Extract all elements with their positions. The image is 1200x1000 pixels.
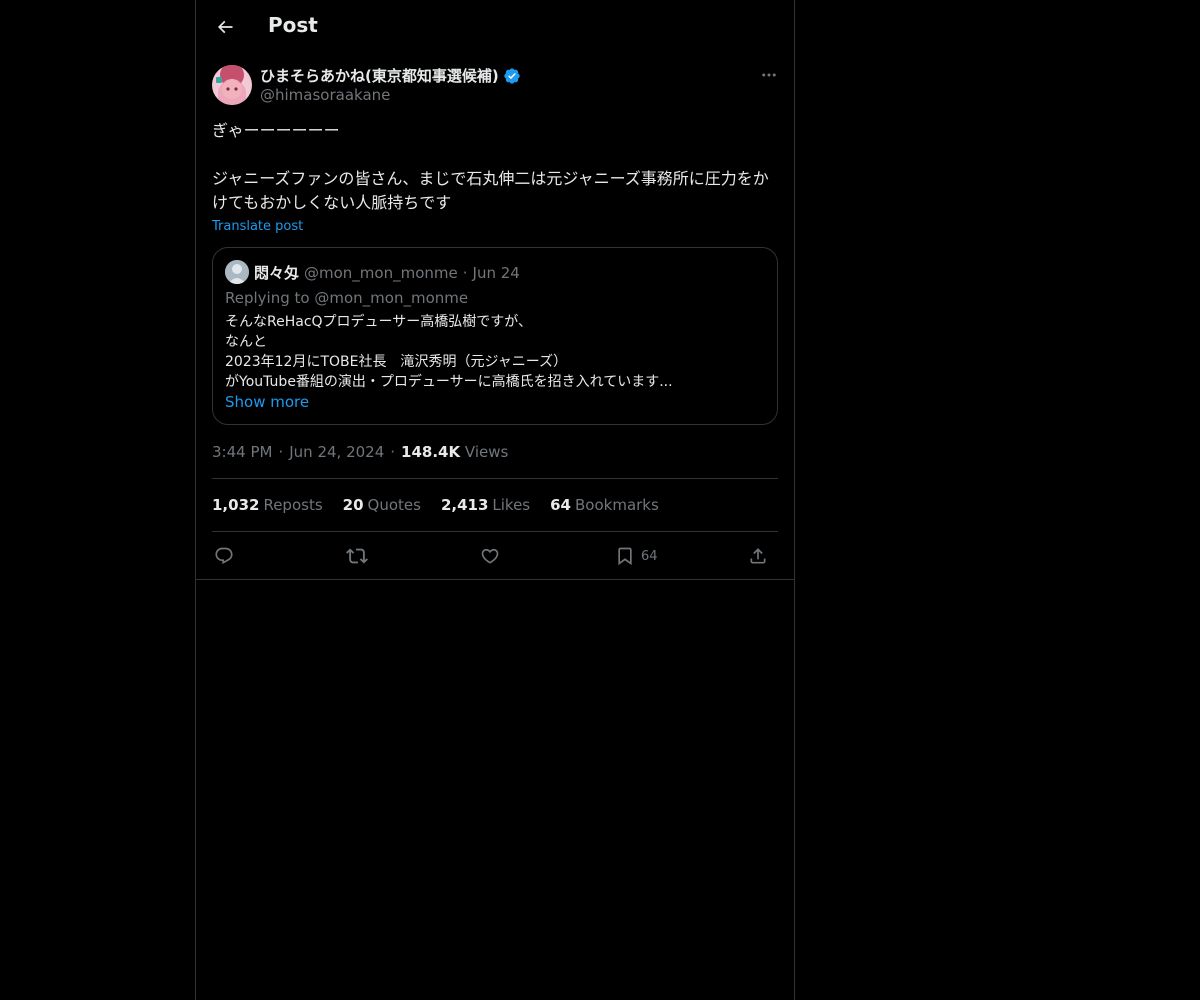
author-display-name[interactable]: ひまそらあかね(東京都知事選候補) (260, 65, 521, 86)
views-count: 148.4K (401, 443, 461, 461)
stat-bookmarks[interactable]: 64 Bookmarks (550, 496, 659, 514)
reply-icon (214, 546, 234, 566)
quoted-text: そんなReHacQプロデューサー高橋弘樹ですが、 なんと 2023年12月にTO… (225, 314, 673, 390)
quoted-replying-to: Replying to @mon_mon_monme (225, 289, 468, 307)
meta-separator: · (278, 443, 284, 461)
meta-separator: · (390, 443, 396, 461)
quoted-handle: @mon_mon_monme (304, 263, 458, 282)
stat-reposts[interactable]: 1,032 Reposts (212, 496, 323, 514)
author-handle[interactable]: @himasoraakane (260, 86, 390, 104)
quoted-header: 悶々匁 @mon_mon_monme · Jun 24 (254, 262, 520, 283)
replying-prefix: Replying to (225, 289, 310, 307)
stat-quotes[interactable]: 20 Quotes (343, 496, 421, 514)
divider (212, 478, 778, 479)
author-avatar[interactable] (212, 65, 252, 105)
quoted-post[interactable]: 悶々匁 @mon_mon_monme · Jun 24 Replying to … (212, 247, 778, 425)
post-stats: 1,032 Reposts 20 Quotes 2,413 Likes 64 Bookm… (212, 496, 659, 514)
repost-icon (346, 545, 368, 567)
quoted-separator: · (462, 263, 468, 282)
like-button[interactable] (480, 543, 500, 569)
page-title: Post (268, 13, 318, 37)
like-icon (480, 546, 500, 566)
replying-mention: @mon_mon_monme (314, 289, 469, 307)
share-button[interactable] (748, 543, 768, 569)
post-date[interactable]: Jun 24, 2024 (289, 443, 384, 461)
post-text: ぎゃーーーーーー ジャニーズファンの皆さん、まじで石丸伸二は元ジャニーズ事務所に… (212, 121, 769, 212)
show-more-link[interactable]: Show more (225, 393, 309, 411)
post-meta: 3:44 PM · Jun 24, 2024 · 148.4K Views (212, 443, 508, 461)
primary-column: Post ひまそらあかね(東京都知事選候補) @himasoraakane ぎゃ… (195, 0, 795, 1000)
post-time[interactable]: 3:44 PM (212, 443, 272, 461)
post-bottom-border (196, 579, 794, 580)
action-bar: 64 (212, 541, 778, 571)
top-bar: Post (196, 0, 794, 53)
stat-likes[interactable]: 2,413 Likes (441, 496, 530, 514)
bookmark-icon (615, 546, 635, 566)
share-icon (748, 546, 768, 566)
back-arrow-icon (215, 17, 235, 37)
quoted-author-avatar (225, 260, 249, 284)
translate-post-link[interactable]: Translate post (212, 219, 303, 234)
verified-badge-icon (503, 67, 521, 85)
bookmark-count: 64 (641, 548, 658, 564)
more-icon (760, 66, 778, 84)
bookmark-button[interactable]: 64 (615, 543, 658, 569)
views-label: Views (464, 443, 509, 461)
quoted-display-name: 悶々匁 (254, 264, 300, 282)
divider (212, 531, 778, 532)
back-button[interactable] (208, 10, 242, 44)
repost-button[interactable] (346, 543, 368, 569)
quoted-date: Jun 24 (472, 263, 520, 282)
more-button[interactable] (758, 64, 780, 86)
author-name-text: ひまそらあかね(東京都知事選候補) (260, 67, 499, 85)
reply-button[interactable] (214, 543, 234, 569)
